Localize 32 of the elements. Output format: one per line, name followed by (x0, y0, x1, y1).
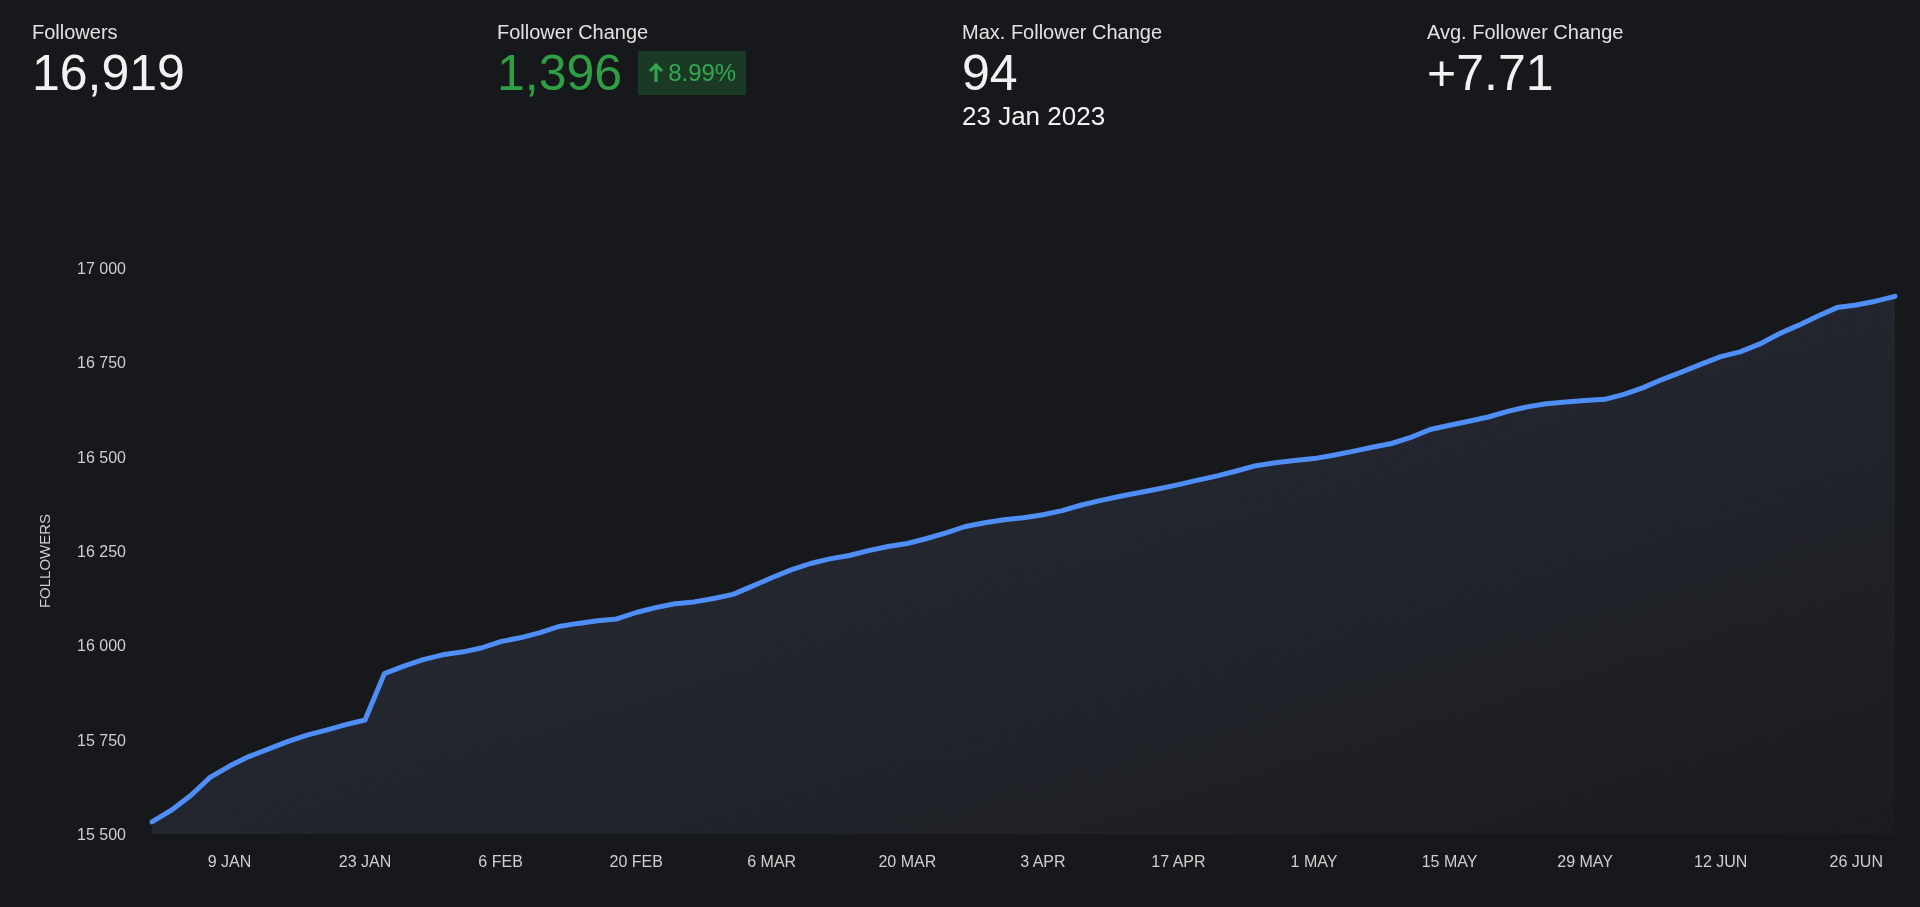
stat-label: Followers (32, 20, 118, 44)
x-tick-label: 3 APR (1020, 853, 1066, 870)
x-tick-label: 26 JUN (1829, 853, 1883, 870)
y-tick-label: 16 250 (77, 543, 126, 560)
arrow-up-icon (648, 63, 665, 83)
stat-label: Avg. Follower Change (1427, 20, 1624, 44)
x-tick-label: 9 JAN (207, 853, 252, 870)
y-tick-label: 16 500 (77, 448, 126, 466)
x-tick-label: 15 MAY (1421, 853, 1478, 870)
x-tick-label: 23 JAN (338, 853, 392, 870)
stat-value: 1,396 (497, 48, 623, 98)
x-tick-label: 17 APR (1151, 853, 1206, 870)
stat-value: 94 (962, 48, 1018, 98)
stat-value: +7.71 (1427, 48, 1554, 98)
y-axis-title: FOLLOWERS (36, 513, 53, 609)
stat-label: Follower Change (497, 20, 649, 44)
x-tick-label: 6 FEB (478, 853, 523, 870)
x-tick-label: 20 FEB (609, 853, 663, 870)
x-tick-label: 20 MAR (878, 853, 937, 870)
y-tick-label: 15 500 (77, 826, 126, 843)
stat-value: 16,919 (32, 48, 185, 98)
stat-date: 23 Jan 2023 (962, 102, 1106, 131)
y-tick-label: 16 750 (77, 354, 126, 372)
change-badge: 8.99% (638, 51, 747, 95)
x-tick-label: 12 JUN (1694, 853, 1748, 870)
x-tick-label: 29 MAY (1557, 853, 1613, 870)
y-tick-label: 16 000 (77, 637, 126, 655)
stat-label: Max. Follower Change (962, 20, 1163, 44)
x-tick-label: 1 MAY (1290, 853, 1338, 870)
y-tick-label: 17 000 (77, 260, 126, 277)
x-tick-label: 6 MAR (747, 853, 797, 870)
y-tick-label: 15 750 (77, 731, 126, 749)
